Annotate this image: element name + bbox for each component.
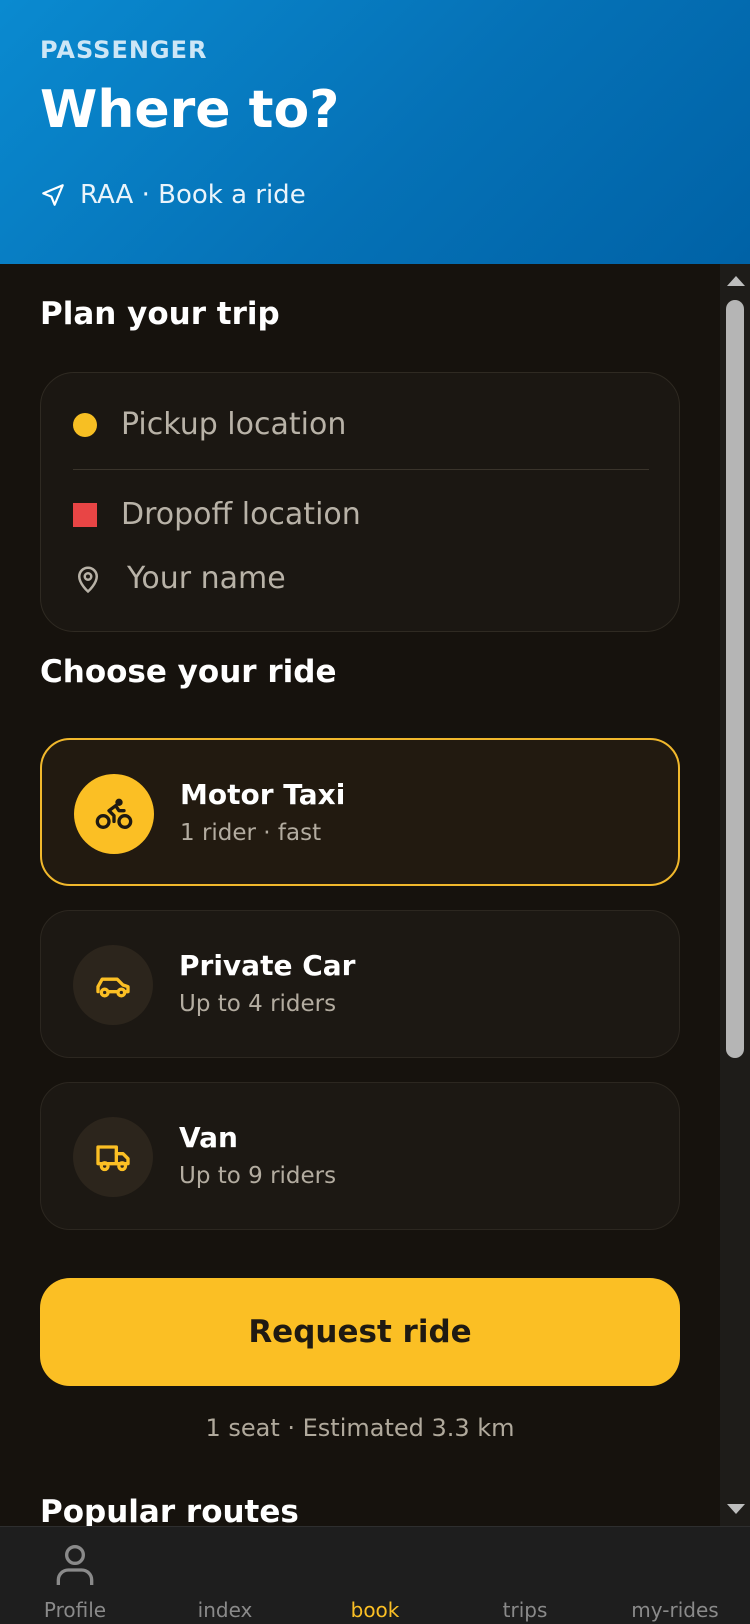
ride-description: Up to 4 riders bbox=[179, 991, 337, 1017]
page-title: Where to? bbox=[40, 80, 340, 140]
plan-trip-heading: Plan your trip bbox=[40, 296, 280, 332]
choose-ride-heading: Choose your ride bbox=[40, 654, 337, 690]
ride-description: Up to 9 riders bbox=[179, 1163, 337, 1189]
header-subtitle: RAA · Book a ride bbox=[40, 180, 306, 210]
ride-option-motor-taxi[interactable]: Motor Taxi 1 rider · fast bbox=[40, 738, 680, 886]
pickup-dot-icon bbox=[73, 412, 97, 437]
pickup-placeholder: Pickup location bbox=[121, 407, 347, 442]
ride-description: 1 rider · fast bbox=[180, 820, 322, 846]
pickup-field[interactable]: Pickup location bbox=[73, 407, 346, 442]
tab-label: book bbox=[350, 1598, 400, 1622]
name-placeholder: Your name bbox=[127, 561, 286, 596]
tab-profile[interactable]: Profile bbox=[0, 1527, 150, 1624]
scrollbar[interactable] bbox=[720, 264, 750, 1526]
navigation-arrow-icon bbox=[42, 184, 64, 206]
scroll-up-arrow-icon[interactable] bbox=[727, 276, 745, 286]
header: PASSENGER Where to? RAA · Book a ride bbox=[0, 0, 750, 264]
ride-name: Van bbox=[179, 1121, 238, 1154]
bike-icon bbox=[74, 774, 154, 854]
role-label: PASSENGER bbox=[40, 36, 208, 64]
tab-label: index bbox=[197, 1598, 253, 1622]
header-subtitle-text: RAA · Book a ride bbox=[80, 180, 306, 210]
ride-option-van[interactable]: Van Up to 9 riders bbox=[40, 1082, 680, 1230]
scroll-down-arrow-icon[interactable] bbox=[727, 1504, 745, 1514]
request-ride-button[interactable]: Request ride bbox=[40, 1278, 680, 1386]
car-icon bbox=[73, 945, 153, 1025]
dropoff-placeholder: Dropoff location bbox=[121, 497, 361, 532]
bottom-tab-bar: Profile index book trips my-rides bbox=[0, 1526, 750, 1624]
dropoff-field[interactable]: Dropoff location bbox=[73, 497, 361, 532]
trip-divider bbox=[73, 469, 649, 470]
trip-card: Pickup location Dropoff location Your na… bbox=[40, 372, 680, 632]
popular-routes-heading: Popular routes bbox=[40, 1494, 299, 1526]
dropoff-square-icon bbox=[73, 502, 97, 527]
scrollbar-thumb[interactable] bbox=[726, 300, 744, 1058]
truck-icon bbox=[73, 1117, 153, 1197]
tab-index[interactable]: index bbox=[150, 1527, 300, 1624]
person-icon bbox=[56, 1545, 94, 1585]
tab-trips[interactable]: trips bbox=[450, 1527, 600, 1624]
map-pin-icon bbox=[77, 566, 99, 593]
name-field[interactable]: Your name bbox=[73, 561, 286, 596]
ride-name: Motor Taxi bbox=[180, 778, 346, 811]
ride-name: Private Car bbox=[179, 949, 356, 982]
tab-my-rides[interactable]: my-rides bbox=[600, 1527, 750, 1624]
ride-option-private-car[interactable]: Private Car Up to 4 riders bbox=[40, 910, 680, 1058]
trip-estimate: 1 seat · Estimated 3.3 km bbox=[205, 1414, 515, 1442]
tab-book[interactable]: book bbox=[300, 1527, 450, 1624]
tab-label: Profile bbox=[43, 1598, 107, 1622]
tab-label: my-rides bbox=[631, 1598, 719, 1622]
main-scroll-area[interactable]: Plan your trip Pickup location Dropoff l… bbox=[0, 264, 720, 1526]
tab-label: trips bbox=[502, 1598, 548, 1622]
